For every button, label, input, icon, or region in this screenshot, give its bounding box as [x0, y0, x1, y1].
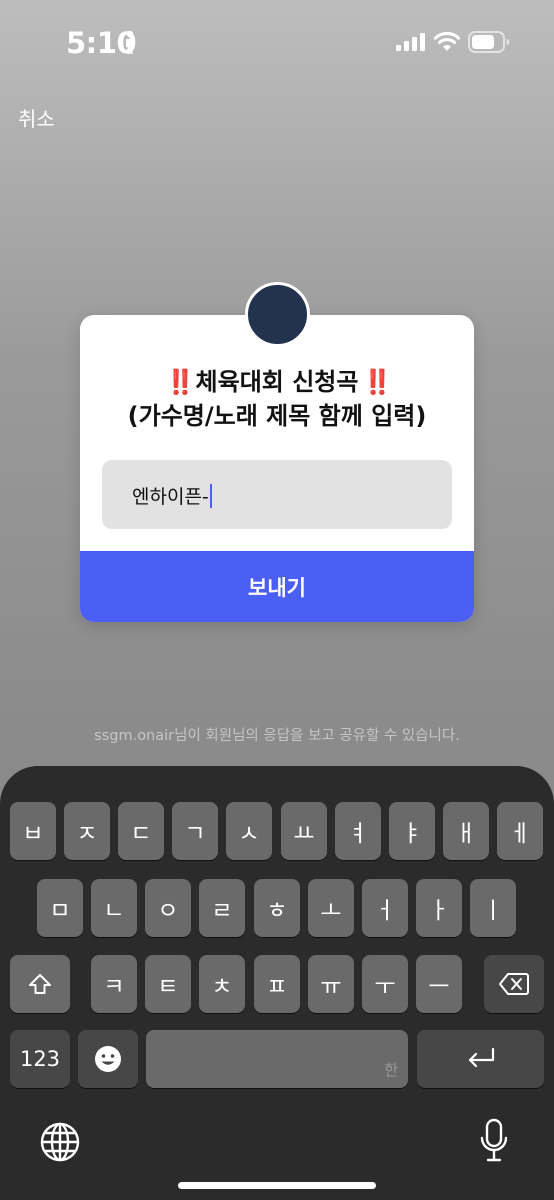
key-k[interactable]: ㅋ: [91, 955, 137, 1013]
key-o[interactable]: ㅗ: [308, 879, 354, 937]
key-ya[interactable]: ㅑ: [389, 802, 435, 860]
key-label: ㅏ: [428, 898, 450, 924]
key-label: ㅎ: [266, 898, 288, 924]
input-language-hint: 한: [384, 1061, 398, 1079]
key-label: ㅂ: [22, 821, 44, 847]
send-button[interactable]: 보내기: [80, 551, 474, 622]
key-r[interactable]: ㄹ: [199, 879, 245, 937]
key-label: ㄹ: [211, 898, 233, 924]
backspace-icon: [499, 973, 529, 995]
key-label: ㄷ: [130, 821, 152, 847]
key-label: ㅁ: [49, 898, 71, 924]
key-label: ㅍ: [266, 974, 288, 1000]
key-p[interactable]: ㅍ: [254, 955, 300, 1013]
key-label: ㅡ: [428, 974, 450, 1000]
microphone-icon[interactable]: [479, 1118, 509, 1164]
key-label: ㅌ: [157, 974, 179, 1000]
key-label: ㅗ: [320, 898, 342, 924]
key-e[interactable]: ㅔ: [497, 802, 543, 860]
key-label: ㅐ: [455, 821, 477, 847]
numbers-key[interactable]: 123: [10, 1030, 70, 1088]
status-bar: 5:10: [0, 0, 554, 90]
question-line-2: (가수명/노래 제목 함께 입력): [127, 402, 427, 430]
key-label: ㅋ: [103, 974, 125, 1000]
key-ng[interactable]: ㅇ: [145, 879, 191, 937]
person-icon: [126, 30, 134, 54]
key-label: ㅇ: [157, 898, 179, 924]
double-exclamation-icon: ‼️: [165, 368, 196, 396]
key-label: ㅊ: [211, 974, 233, 1000]
key-m[interactable]: ㅁ: [37, 879, 83, 937]
question-card: ‼️ 체육대회 신청곡 ‼️ (가수명/노래 제목 함께 입력) 엔하이픈- 보내기: [80, 315, 474, 622]
key-label: ㅣ: [482, 898, 504, 924]
key-label: ㅔ: [509, 821, 531, 847]
cellular-signal-icon: [396, 33, 425, 51]
key-label: 123: [19, 1047, 61, 1071]
key-b[interactable]: ㅂ: [10, 802, 56, 860]
key-g[interactable]: ㄱ: [172, 802, 218, 860]
shift-icon: [29, 974, 51, 994]
battery-icon: [468, 31, 510, 53]
key-s[interactable]: ㅅ: [226, 802, 272, 860]
key-label: ㅈ: [76, 821, 98, 847]
key-eo[interactable]: ㅓ: [362, 879, 408, 937]
key-ch[interactable]: ㅊ: [199, 955, 245, 1013]
key-i[interactable]: ㅣ: [470, 879, 516, 937]
return-key[interactable]: [417, 1030, 544, 1088]
key-label: ㅓ: [374, 898, 396, 924]
wifi-icon: [433, 31, 461, 51]
send-button-label: 보내기: [248, 575, 306, 600]
text-caret: [209, 484, 212, 508]
emoji-key[interactable]: [78, 1030, 138, 1088]
key-j[interactable]: ㅈ: [64, 802, 110, 860]
key-ae[interactable]: ㅐ: [443, 802, 489, 860]
answer-input-value: 엔하이픈-: [132, 482, 212, 509]
key-yo[interactable]: ㅛ: [281, 802, 327, 860]
backspace-key[interactable]: [484, 955, 544, 1013]
question-text: ‼️ 체육대회 신청곡 ‼️ (가수명/노래 제목 함께 입력): [80, 365, 474, 433]
answer-input[interactable]: 엔하이픈-: [102, 460, 452, 529]
return-icon: [468, 1047, 494, 1068]
key-label: ㄱ: [184, 821, 206, 847]
key-label: ㅕ: [347, 821, 369, 847]
key-eu[interactable]: ㅡ: [416, 955, 462, 1013]
avatar: [245, 282, 310, 347]
key-n[interactable]: ㄴ: [91, 879, 137, 937]
key-label: ㅑ: [401, 821, 423, 847]
key-a[interactable]: ㅏ: [416, 879, 462, 937]
key-yeo[interactable]: ㅕ: [335, 802, 381, 860]
key-label: ㄴ: [103, 898, 125, 924]
globe-icon[interactable]: [40, 1122, 80, 1162]
key-h[interactable]: ㅎ: [254, 879, 300, 937]
shift-key[interactable]: [10, 955, 70, 1013]
emoji-icon: [95, 1046, 121, 1072]
key-u[interactable]: ㅜ: [362, 955, 408, 1013]
key-label: ㅛ: [293, 821, 315, 847]
question-line-1: 체육대회 신청곡: [195, 368, 359, 396]
key-label: ㅠ: [320, 974, 342, 1000]
sharing-notice: ssgm.onair님이 회원님의 응답을 보고 공유할 수 있습니다.: [94, 728, 460, 744]
key-t[interactable]: ㅌ: [145, 955, 191, 1013]
space-key[interactable]: 한: [146, 1030, 408, 1088]
key-label: ㅅ: [238, 821, 260, 847]
key-label: ㅜ: [374, 974, 396, 1000]
key-d[interactable]: ㄷ: [118, 802, 164, 860]
double-exclamation-icon: ‼️: [362, 368, 392, 396]
cancel-button[interactable]: 취소: [18, 103, 55, 132]
home-indicator: [178, 1182, 376, 1189]
key-yu[interactable]: ㅠ: [308, 955, 354, 1013]
